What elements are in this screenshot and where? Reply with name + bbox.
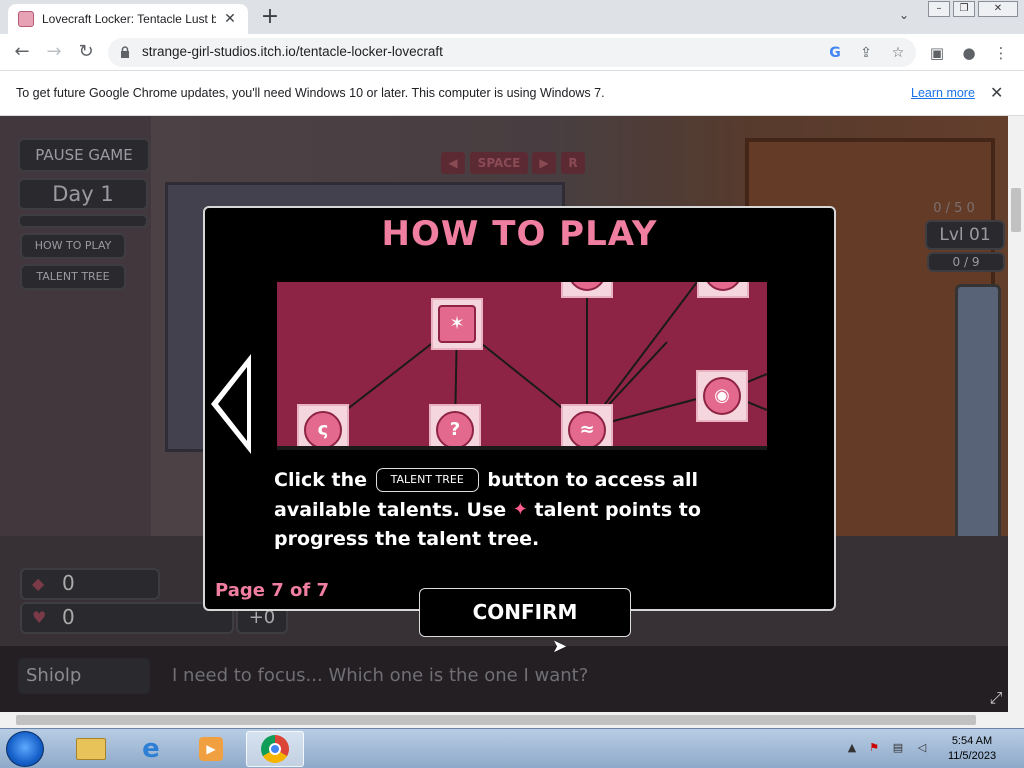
stat-value: 0: [62, 571, 75, 595]
vertical-scrollbar[interactable]: [1008, 116, 1024, 712]
space-key-hint: SPACE: [470, 152, 528, 174]
pause-game-button[interactable]: PAUSE GAME: [18, 138, 150, 172]
bookmark-star-icon[interactable]: ☆: [889, 44, 907, 62]
diamond-icon: ◆: [32, 574, 45, 593]
talent-tree-preview: ✶ ~ ✦ ς ? ≈ ◉: [277, 282, 767, 450]
chevron-down-icon[interactable]: ⌄: [894, 8, 914, 26]
learn-more-link[interactable]: Learn more: [911, 86, 975, 100]
stat-value: 0: [62, 605, 75, 629]
explorer-taskbar-icon[interactable]: [62, 731, 120, 767]
browser-toolbar: ← → ↻ strange-girl-studios.itch.io/tenta…: [0, 34, 1024, 71]
media-player-taskbar-icon[interactable]: ▶: [182, 731, 240, 767]
horizontal-scroll-thumb[interactable]: [16, 715, 976, 725]
talent-node-top-center: ~: [561, 282, 613, 298]
lock-icon: [121, 46, 129, 58]
talent-tree-chip: TALENT TREE: [375, 468, 479, 492]
chrome-icon: [261, 735, 289, 763]
talent-node-question: ?: [429, 404, 481, 446]
minimize-icon[interactable]: –: [928, 1, 950, 17]
url-text: strange-girl-studios.itch.io/tentacle-lo…: [142, 44, 443, 59]
volume-muted-icon[interactable]: ◁: [914, 741, 930, 757]
vertical-scroll-thumb[interactable]: [1011, 188, 1021, 232]
address-bar[interactable]: strange-girl-studios.itch.io/tentacle-lo…: [108, 38, 916, 67]
side-panel-icon[interactable]: ▣: [927, 43, 947, 63]
browser-tab[interactable]: Lovecraft Locker: Tentacle Lust b ✕: [8, 4, 248, 34]
clock-date: 11/5/2023: [947, 750, 997, 762]
stat-row-heart: ♥ 0: [20, 602, 234, 634]
heart-icon: ♥: [32, 608, 47, 627]
back-arrow-icon[interactable]: ←: [10, 41, 34, 65]
media-player-icon: ▶: [199, 737, 223, 761]
how-to-play-modal: HOW TO PLAY ✶ ~ ✦ ς ? ≈: [203, 206, 836, 611]
modal-title: HOW TO PLAY: [381, 214, 658, 254]
reload-icon[interactable]: ↻: [74, 41, 98, 65]
infobar-message: To get future Google Chrome updates, you…: [16, 86, 605, 100]
action-center-icon[interactable]: ⚑: [866, 741, 882, 757]
talent-node-shadow: ✶: [431, 298, 483, 350]
talent-tree-lines: [322, 282, 767, 429]
day-progress-bar: [18, 214, 148, 228]
day-indicator: Day 1: [18, 178, 148, 210]
r-key-hint: R: [561, 152, 585, 174]
dialog-text: I need to focus... Which one is the one …: [172, 665, 589, 686]
right-key-icon: ▶: [532, 152, 556, 174]
fullscreen-icon[interactable]: ⤢: [986, 688, 1006, 708]
new-tab-icon[interactable]: +: [258, 6, 282, 30]
forward-arrow-icon[interactable]: →: [42, 41, 66, 65]
instruction-part-1: Click the: [274, 469, 367, 491]
horizontal-scrollbar[interactable]: [0, 712, 1024, 728]
maximize-icon[interactable]: ❐: [953, 1, 975, 17]
google-icon[interactable]: G: [826, 44, 844, 62]
xp-counter: 0 / 9: [927, 252, 1005, 272]
windows-taskbar: e ▶ ▲ ⚑ ▤ ◁ 5:54 AM 11/5/2023: [0, 728, 1024, 768]
confirm-button[interactable]: CONFIRM: [419, 588, 631, 637]
talent-tree-button[interactable]: TALENT TREE: [20, 264, 126, 290]
menu-kebab-icon[interactable]: ⋮: [991, 43, 1011, 63]
level-indicator: Lvl 01: [925, 220, 1005, 250]
previous-page-arrow-inner: [218, 367, 247, 441]
score-counter: 0 / 5 0: [933, 201, 975, 216]
how-to-play-button[interactable]: HOW TO PLAY: [20, 233, 126, 259]
tab-title: Lovecraft Locker: Tentacle Lust b: [42, 12, 216, 26]
dialog-bar: Shiolp I need to focus... Which one is t…: [0, 646, 1008, 712]
start-button-icon[interactable]: [6, 731, 44, 767]
chrome-taskbar-icon[interactable]: [246, 731, 304, 767]
stat-row-diamond: ◆ 0: [20, 568, 160, 600]
talent-node-top-right: ✦: [697, 282, 749, 298]
network-icon[interactable]: ▤: [890, 741, 906, 757]
instruction-text: Click the TALENT TREE button to access a…: [274, 466, 794, 554]
system-clock[interactable]: 5:54 AM 11/5/2023: [942, 734, 1002, 764]
window-close-icon[interactable]: ✕: [978, 1, 1018, 17]
update-infobar: To get future Google Chrome updates, you…: [0, 71, 1024, 116]
profile-avatar-icon[interactable]: ●: [959, 43, 979, 63]
talent-node-tentacle: ς: [297, 404, 349, 446]
itch-favicon-icon: [18, 11, 34, 27]
talent-node-slime: ≈: [561, 404, 613, 446]
folder-icon: [76, 738, 106, 760]
tray-expand-icon[interactable]: ▲: [844, 741, 860, 757]
ie-taskbar-icon[interactable]: e: [122, 731, 180, 767]
game-canvas[interactable]: PAUSE GAME Day 1 HOW TO PLAY TALENT TREE…: [0, 116, 1008, 712]
left-key-icon: ◀: [441, 152, 465, 174]
share-icon[interactable]: ⇪: [857, 44, 875, 62]
internet-explorer-icon: e: [142, 734, 160, 764]
talent-node-eye: ◉: [696, 370, 748, 422]
page-indicator: Page 7 of 7: [215, 580, 329, 601]
tab-close-icon[interactable]: ✕: [222, 11, 238, 27]
talent-point-sparkle-icon: ✦: [512, 499, 528, 520]
mouse-cursor-icon: ➤: [552, 636, 568, 657]
speaker-name: Shiolp: [18, 658, 150, 694]
clock-time: 5:54 AM: [951, 735, 993, 747]
tab-strip: Lovecraft Locker: Tentacle Lust b ✕ + ⌄ …: [0, 0, 1024, 34]
infobar-close-icon[interactable]: ✕: [990, 83, 1003, 102]
